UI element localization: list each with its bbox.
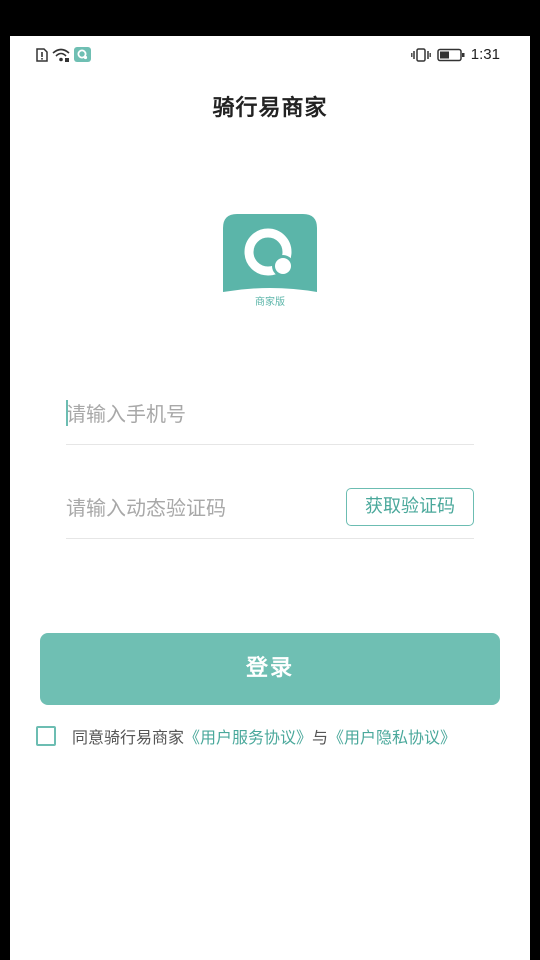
agreement-checkbox[interactable] — [36, 726, 56, 746]
wifi-icon — [52, 48, 70, 62]
code-field[interactable]: 获取验证码 — [66, 478, 474, 539]
privacy-agreement-link[interactable]: 《用户隐私协议》 — [328, 728, 456, 747]
app-notification-icon — [74, 47, 91, 62]
app-logo: 商家版 — [223, 214, 317, 308]
page-title: 骑行易商家 — [212, 96, 328, 121]
get-code-button[interactable]: 获取验证码 — [346, 488, 474, 526]
agreement-row: 同意骑行易商家《用户服务协议》与《用户隐私协议》 — [36, 724, 456, 748]
logo-caption: 商家版 — [255, 295, 285, 308]
phone-input[interactable] — [66, 392, 326, 436]
sim-alert-icon — [36, 47, 48, 62]
text-cursor — [66, 400, 68, 426]
battery-icon — [437, 48, 465, 61]
vibrate-icon — [410, 47, 431, 62]
login-button[interactable]: 登录 — [40, 633, 500, 705]
app-screen: 1:31 骑行易商家 商家版 获取验证码 登录 同意骑行易商家《用户服务协议》与… — [10, 36, 530, 960]
agreement-prefix: 同意骑行易商家 — [72, 728, 185, 747]
service-agreement-link[interactable]: 《用户服务协议》 — [184, 728, 312, 747]
status-left — [36, 47, 91, 62]
phone-field[interactable] — [66, 384, 474, 445]
agreement-text: 同意骑行易商家《用户服务协议》与《用户隐私协议》 — [72, 724, 456, 748]
code-input[interactable] — [66, 486, 326, 530]
agreement-joiner: 与 — [312, 728, 329, 747]
status-right: 1:31 — [410, 46, 500, 63]
status-time: 1:31 — [470, 46, 500, 63]
app-logo-icon: 商家版 — [223, 214, 317, 308]
status-bar: 1:31 — [10, 36, 530, 76]
